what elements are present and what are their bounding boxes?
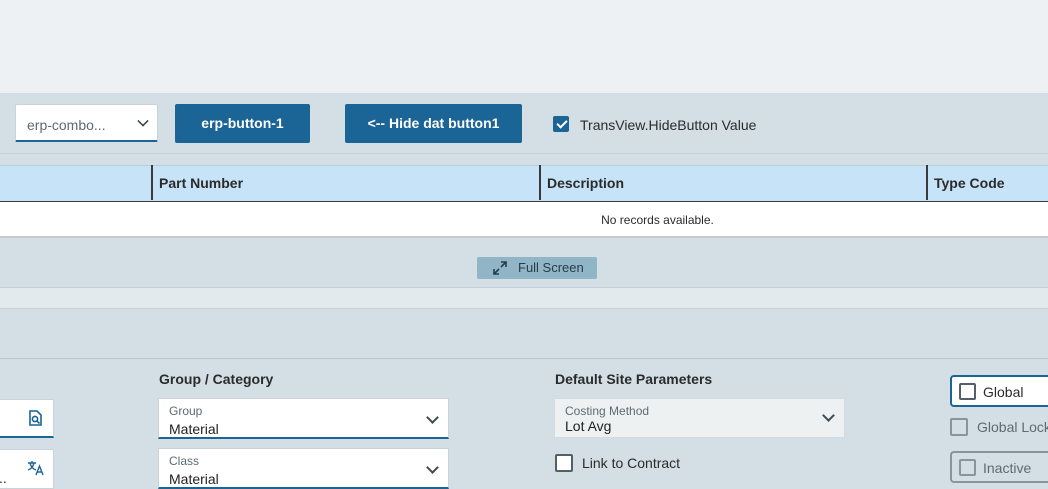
- costing-method-label: Costing Method: [565, 404, 650, 418]
- link-to-contract-checkbox[interactable]: [555, 454, 573, 472]
- costing-method-select[interactable]: Costing Method Lot Avg: [554, 398, 845, 438]
- chevron-down-icon: [137, 115, 149, 127]
- group-select[interactable]: Group Material: [158, 398, 449, 439]
- top-band: [0, 0, 1048, 93]
- chevron-down-icon: [426, 461, 439, 474]
- erp-button-1[interactable]: erp-button-1: [175, 104, 310, 143]
- hide-dat-button[interactable]: <-- Hide dat button1: [345, 104, 522, 143]
- erp-combo-value: erp-combo...: [27, 117, 106, 133]
- chevron-down-icon: [426, 411, 439, 424]
- column-type-code[interactable]: Type Code: [926, 165, 1048, 200]
- inactive-label: Inactive: [983, 460, 1032, 476]
- inactive-toggle[interactable]: Inactive: [950, 451, 1048, 483]
- default-site-title: Default Site Parameters: [555, 371, 713, 387]
- section-separator: [0, 358, 1048, 359]
- class-label: Class: [169, 454, 200, 468]
- search-doc-icon[interactable]: [27, 410, 43, 426]
- section-divider: [0, 287, 1048, 309]
- translate-field[interactable]: ..: [0, 449, 54, 489]
- group-label: Group: [169, 404, 203, 418]
- no-records-message: No records available.: [601, 213, 714, 227]
- search-field[interactable]: [0, 399, 54, 438]
- expand-icon: [493, 261, 507, 275]
- column-description[interactable]: Description: [539, 165, 928, 200]
- translate-icon[interactable]: [27, 460, 45, 476]
- erp-combo[interactable]: erp-combo...: [15, 104, 158, 142]
- translate-field-value: ..: [0, 470, 7, 486]
- chevron-down-icon: [822, 409, 835, 422]
- global-toggle[interactable]: Global: [950, 375, 1048, 407]
- link-to-contract-label: Link to Contract: [582, 455, 681, 471]
- costing-method-value: Lot Avg: [565, 418, 612, 434]
- inactive-checkbox[interactable]: [959, 459, 976, 476]
- global-label: Global: [983, 384, 1024, 400]
- global-lock-label: Global Lock: [977, 419, 1048, 435]
- class-value: Material: [169, 471, 219, 487]
- group-category-title: Group / Category: [159, 371, 274, 387]
- full-screen-button[interactable]: Full Screen: [477, 257, 597, 279]
- full-screen-label: Full Screen: [518, 260, 584, 275]
- group-value: Material: [169, 421, 219, 437]
- class-select[interactable]: Class Material: [158, 448, 449, 489]
- hide-button-checkbox[interactable]: [553, 116, 569, 132]
- column-part-number[interactable]: Part Number: [151, 165, 540, 200]
- global-lock-checkbox[interactable]: [950, 418, 968, 436]
- hide-button-checkbox-label: TransView.HideButton Value: [580, 117, 757, 133]
- global-checkbox[interactable]: [959, 383, 976, 400]
